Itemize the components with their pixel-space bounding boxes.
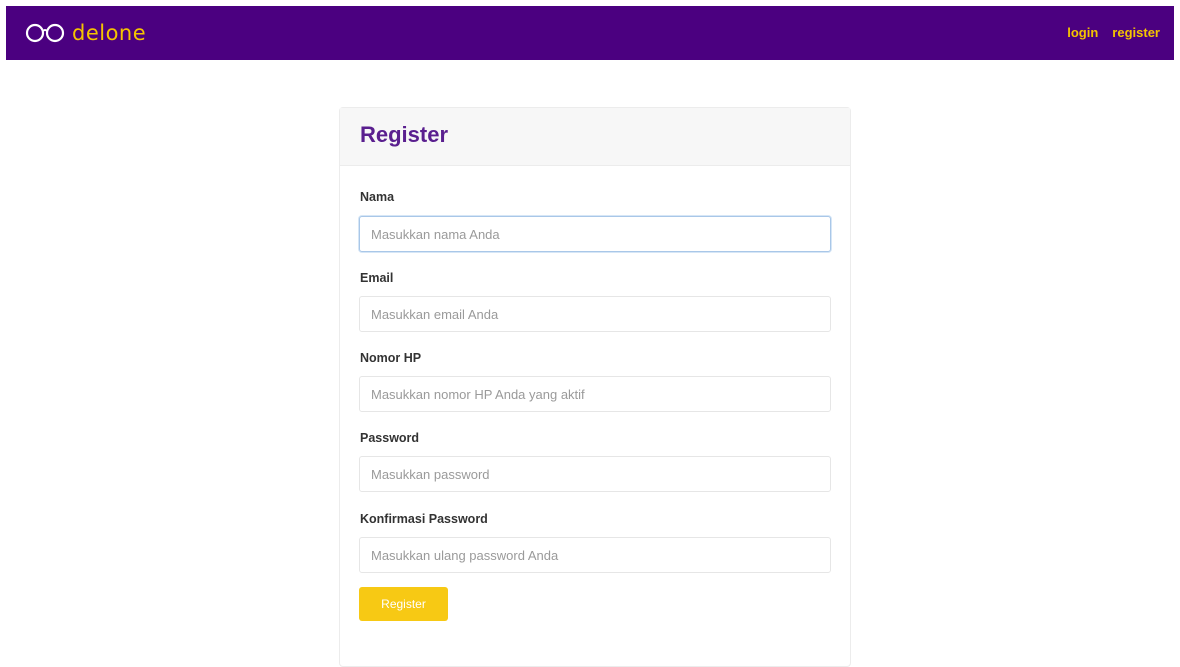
confirm-password-label: Konfirmasi Password: [360, 512, 488, 526]
email-label: Email: [360, 271, 394, 285]
top-navbar: delone login register: [6, 6, 1174, 60]
register-card: Register Nama Email Nomor HP Password Ko…: [339, 107, 851, 667]
phone-label: Nomor HP: [360, 351, 422, 365]
email-input[interactable]: [359, 296, 831, 332]
confirm-password-input[interactable]: [359, 537, 831, 573]
nav-login-link[interactable]: login: [1067, 24, 1098, 42]
brand-name: delone: [72, 21, 147, 45]
name-input[interactable]: [359, 216, 831, 252]
card-header: Register: [340, 108, 850, 166]
page-title: Register: [360, 122, 449, 147]
nav-register-link[interactable]: register: [1112, 24, 1160, 42]
phone-input[interactable]: [359, 376, 831, 412]
brand-logo-link[interactable]: delone: [24, 20, 146, 46]
glasses-icon: [25, 23, 65, 43]
password-input[interactable]: [359, 456, 831, 492]
password-label: Password: [360, 431, 420, 445]
name-label: Nama: [360, 190, 395, 204]
register-button[interactable]: Register: [359, 587, 448, 621]
nav-links: login register: [1067, 24, 1160, 42]
